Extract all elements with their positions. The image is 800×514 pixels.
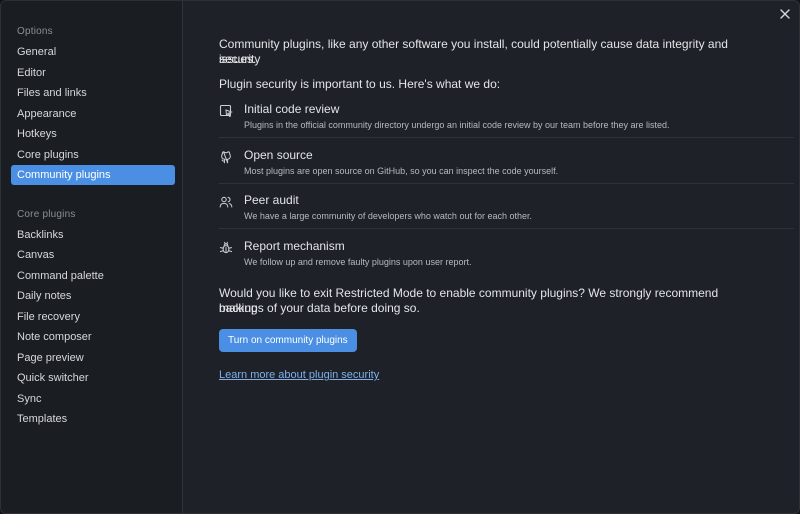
feature-title: Open source [244, 148, 313, 162]
options-heading: Options [17, 26, 53, 37]
close-button[interactable] [777, 6, 793, 22]
core-plugins-heading: Core plugins [17, 209, 76, 220]
feature-title: Peer audit [244, 193, 299, 207]
feature-report-mechanism: Report mechanism We follow up and remove… [219, 239, 794, 279]
settings-sidebar: Options General Editor Files and links A… [1, 1, 183, 513]
intro-text-line-2: issues. [219, 52, 257, 66]
feature-description: Most plugins are open source on GitHub, … [244, 166, 559, 176]
sidebar-item-appearance[interactable]: Appearance [11, 104, 175, 124]
divider [219, 183, 794, 184]
learn-more-link[interactable]: Learn more about plugin security [219, 369, 379, 381]
sidebar-item-editor[interactable]: Editor [11, 63, 175, 83]
sidebar-item-canvas[interactable]: Canvas [11, 245, 175, 265]
security-intro-text: Plugin security is important to us. Here… [219, 77, 501, 91]
divider [219, 137, 794, 138]
sidebar-item-command-palette[interactable]: Command palette [11, 266, 175, 286]
bug-icon [219, 241, 233, 254]
sidebar-item-core-plugins[interactable]: Core plugins [11, 145, 175, 165]
sidebar-item-backlinks[interactable]: Backlinks [11, 225, 175, 245]
users-icon [219, 196, 233, 208]
feature-peer-audit: Peer audit We have a large community of … [219, 193, 794, 233]
sidebar-item-file-recovery[interactable]: File recovery [11, 307, 175, 327]
feature-initial-code-review: Initial code review Plugins in the offic… [219, 102, 794, 142]
sidebar-item-sync[interactable]: Sync [11, 389, 175, 409]
close-icon [780, 9, 790, 19]
code-review-icon [219, 104, 233, 118]
settings-modal: Options General Editor Files and links A… [0, 0, 800, 514]
divider [219, 228, 794, 229]
feature-description: We follow up and remove faulty plugins u… [244, 257, 472, 267]
sidebar-item-general[interactable]: General [11, 42, 175, 62]
restricted-mode-text-line-2: backups of your data before doing so. [219, 301, 420, 315]
turn-on-community-plugins-button[interactable]: Turn on community plugins [219, 329, 357, 352]
sidebar-item-daily-notes[interactable]: Daily notes [11, 286, 175, 306]
sidebar-item-community-plugins[interactable]: Community plugins [11, 165, 175, 185]
feature-description: Plugins in the official community direct… [244, 120, 670, 130]
sidebar-item-hotkeys[interactable]: Hotkeys [11, 124, 175, 144]
feature-description: We have a large community of developers … [244, 211, 532, 221]
sidebar-item-quick-switcher[interactable]: Quick switcher [11, 368, 175, 388]
sidebar-item-templates[interactable]: Templates [11, 409, 175, 429]
feature-open-source: Open source Most plugins are open source… [219, 148, 794, 188]
sidebar-item-note-composer[interactable]: Note composer [11, 327, 175, 347]
sidebar-item-page-preview[interactable]: Page preview [11, 348, 175, 368]
feature-title: Report mechanism [244, 239, 345, 253]
feature-title: Initial code review [244, 102, 340, 116]
sidebar-item-files-and-links[interactable]: Files and links [11, 83, 175, 103]
github-icon [221, 151, 231, 164]
